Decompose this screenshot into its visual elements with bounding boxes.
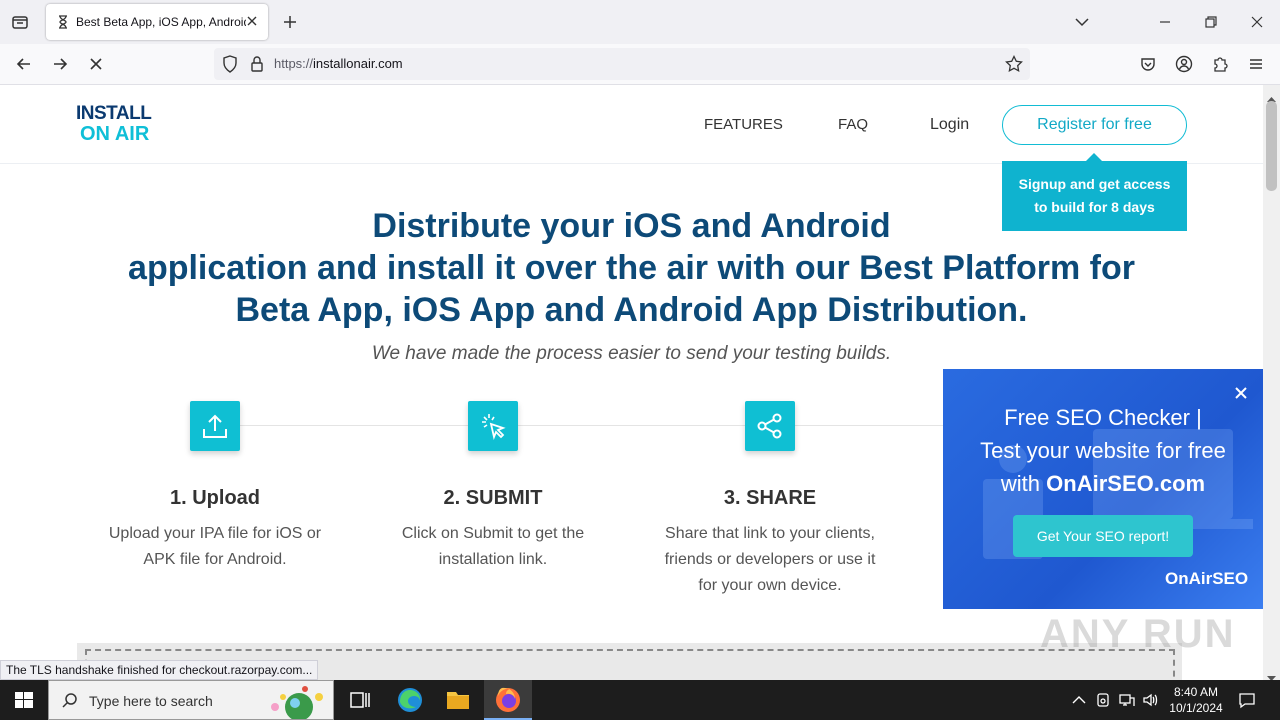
step-upload-title: 1. Upload [169,487,260,509]
hero-subtitle: We have made the process easier to send … [371,343,892,364]
edge-browser-icon[interactable] [386,680,434,720]
list-all-tabs-chevron-icon[interactable] [1072,12,1092,32]
share-icon [745,401,795,451]
extensions-icon[interactable] [1210,54,1230,74]
minimize-icon[interactable] [1155,12,1175,32]
close-ad-icon[interactable] [1231,383,1251,403]
onairseo-logo: OnAirSEO [1165,569,1249,588]
logo-text-top: INSTALL [76,103,152,124]
browser-nav-bar: https://installonair.com [0,44,1280,85]
page-scrollbar[interactable] [1263,85,1280,681]
taskbar-search-box[interactable]: Type here to search [48,680,334,721]
status-bar-text: The TLS handshake finished for checkout.… [0,660,319,680]
hero-title-line2: application and install it over the air … [128,249,1135,287]
seo-ad-title-line3: with OnAirSEO.com [953,467,1253,500]
site-header: INSTALL ON AIR FEATURES FAQ Login Regist… [0,85,1263,164]
seo-ad-title-prefix: with [1000,471,1047,496]
account-icon[interactable] [1174,54,1194,74]
upload-icon [190,401,240,451]
network-icon[interactable] [1118,691,1136,709]
file-explorer-icon[interactable] [434,680,482,720]
scrollbar-thumb[interactable] [1266,101,1277,191]
hourglass-icon [56,15,70,29]
menu-hamburger-icon[interactable] [1246,54,1266,74]
hero-title-line3: Beta App, iOS App and Android App Distri… [235,291,1028,329]
tab-list-icon[interactable] [8,10,32,34]
stop-loading-icon[interactable] [86,54,106,74]
tray-chevron-up-icon[interactable] [1070,691,1088,709]
url-bar[interactable]: https://installonair.com [214,48,1030,80]
clock-time: 8:40 AM [1173,685,1219,699]
back-arrow-icon[interactable] [14,54,34,74]
forward-arrow-icon[interactable] [50,54,70,74]
close-window-icon[interactable] [1247,12,1267,32]
nav-link-faq[interactable]: FAQ [838,116,868,133]
step-share-title: 3. SHARE [723,487,817,509]
steps-connector-line [215,425,975,426]
hero-title-line1: Distribute your iOS and Android [372,207,891,245]
browser-tab-bar: Best Beta App, iOS App, Android [0,0,1280,44]
seo-ad-title-line2: Test your website for free [980,438,1226,463]
url-host: installonair.com [313,56,403,71]
search-icon [61,692,79,715]
close-tab-icon[interactable] [244,13,260,29]
shield-icon[interactable] [220,54,240,79]
url-scheme: https:// [274,56,314,71]
clock-date: 10/1/2024 [1169,701,1223,715]
register-for-free-button[interactable]: Register for free [1002,105,1187,145]
browser-tab-active[interactable]: Best Beta App, iOS App, Android [46,4,268,40]
seo-ad-title-domain: OnAirSEO.com [1046,471,1206,496]
tray-device-icon[interactable] [1094,691,1112,709]
taskbar-search-placeholder: Type here to search [89,693,213,709]
nav-link-login[interactable]: Login [930,116,969,134]
click-cursor-icon [468,401,518,451]
step-submit-title: 2. SUBMIT [443,487,543,509]
notifications-icon[interactable] [1238,691,1256,709]
windows-taskbar: Type here to search 8:40 AM 10/1/2024 [0,680,1280,721]
search-highlight-globe-icon [261,683,333,724]
task-view-icon[interactable] [336,680,384,720]
hero-title: Distribute your iOS and Android applicat… [60,205,1203,331]
firefox-icon[interactable] [484,680,532,720]
get-seo-report-button[interactable]: Get Your SEO report! [1013,515,1193,557]
lock-icon[interactable] [247,54,267,79]
url-text[interactable]: https://installonair.com [274,56,403,71]
new-tab-plus-icon[interactable] [280,12,300,32]
signup-tooltip-line1: Signup and get access [1018,176,1171,192]
tab-title: Best Beta App, iOS App, Android [76,15,246,29]
step-share-desc: Share that link to your clients, friends… [664,525,876,594]
step-upload-desc: Upload your IPA file for iOS or APK file… [108,525,322,568]
installonair-logo[interactable]: INSTALL ON AIR [76,103,176,147]
taskbar-clock[interactable]: 8:40 AM 10/1/2024 [1160,684,1232,716]
restore-icon[interactable] [1201,12,1221,32]
seo-ad-popup[interactable]: Free SEO Checker | Test your website for… [943,369,1263,609]
seo-ad-title: Free SEO Checker | Test your website for… [953,401,1253,500]
seo-ad-title-line1: Free SEO Checker | [1004,405,1202,430]
nav-link-features[interactable]: FEATURES [704,116,783,133]
pocket-icon[interactable] [1138,54,1158,74]
logo-text-bottom: ON AIR [80,123,150,145]
windows-start-icon[interactable] [0,680,48,720]
bookmark-star-icon[interactable] [1004,54,1024,79]
anyrun-watermark: ANY RUN [1040,612,1236,656]
volume-icon[interactable] [1142,691,1160,709]
step-submit-desc: Click on Submit to get the installation … [401,525,585,568]
